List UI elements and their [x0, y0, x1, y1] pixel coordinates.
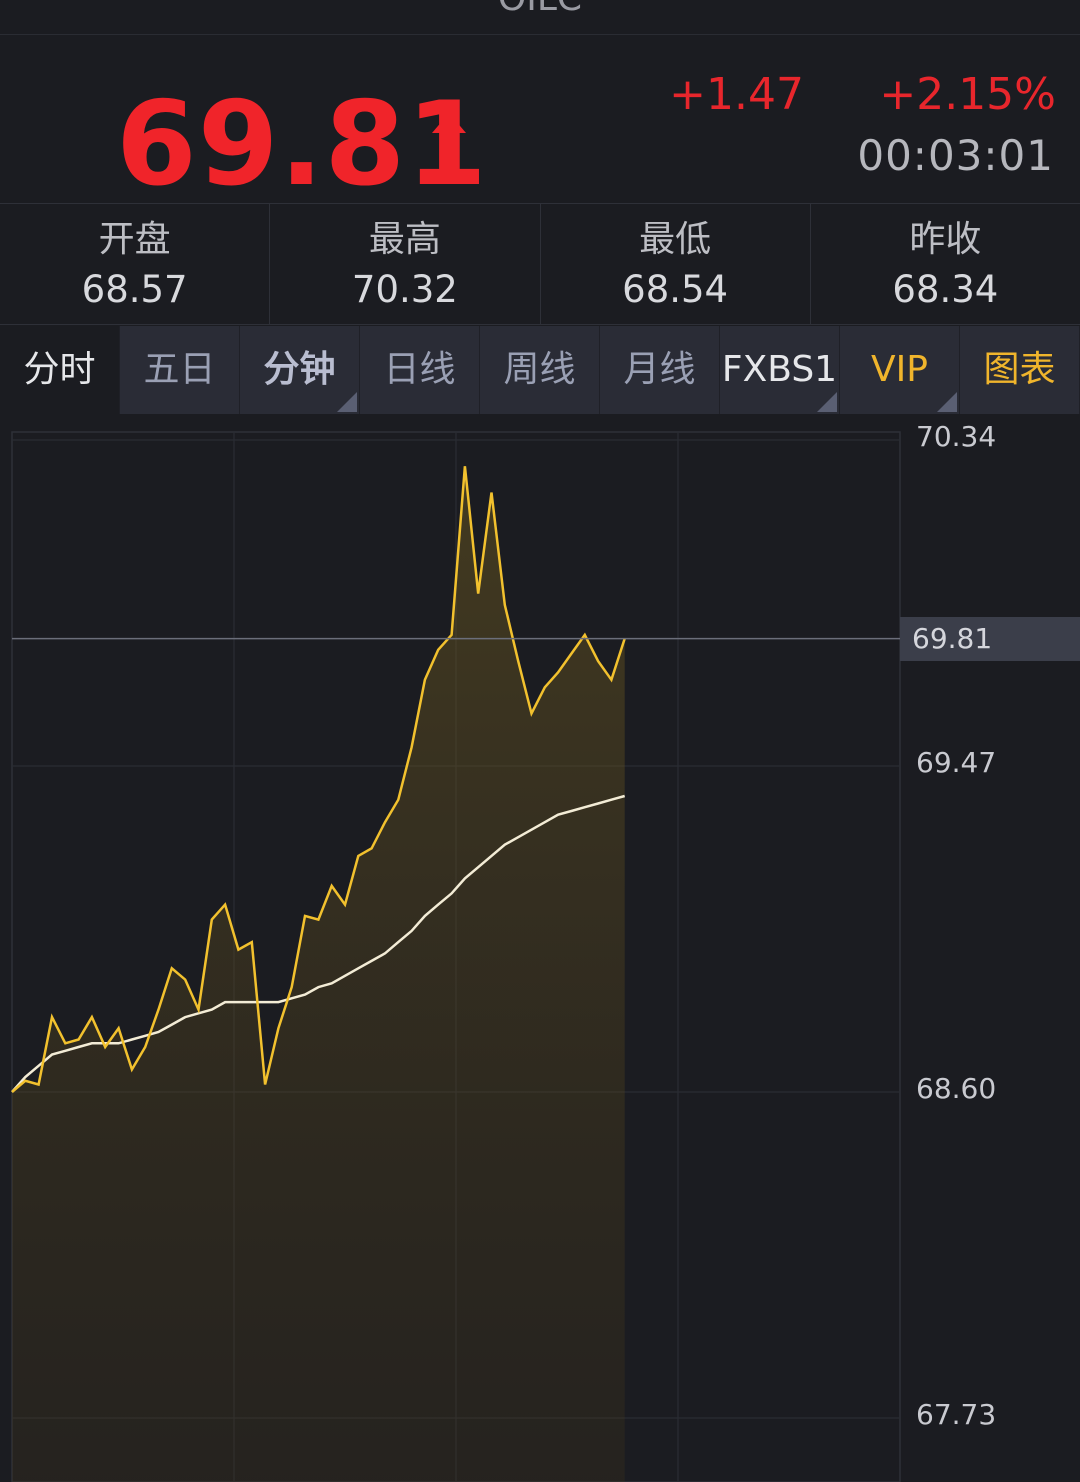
stat-value: 70.32 — [351, 268, 458, 311]
stat-prev-close: 昨收 68.34 — [811, 204, 1080, 324]
dropdown-corner-icon — [817, 392, 837, 412]
y-tick-label: 68.60 — [916, 1072, 997, 1105]
quote-time: 00:03:01 — [857, 131, 1054, 180]
period-tabs: 分时 五日 分钟 日线 周线 月线 FXBS1 VIP 图表 — [0, 326, 1080, 414]
symbol-title: OILC — [0, 0, 1080, 19]
stat-label: 昨收 — [909, 219, 982, 260]
tab-label: 分钟 — [263, 349, 336, 390]
dropdown-corner-icon — [337, 392, 357, 412]
stat-value: 68.57 — [81, 268, 188, 311]
tab-chart[interactable]: 图表 — [960, 326, 1080, 414]
tab-weekly[interactable]: 周线 — [480, 326, 600, 414]
stat-high: 最高 70.32 — [270, 204, 541, 324]
y-tick-label: 70.34 — [916, 420, 997, 453]
stat-value: 68.54 — [622, 268, 729, 311]
stat-value: 68.34 — [892, 268, 999, 311]
stats-row: 开盘 68.57 最高 70.32 最低 68.54 昨收 68.34 — [0, 204, 1080, 325]
intraday-chart[interactable]: 70.34 69.47 68.60 67.73 69.81 — [0, 414, 1080, 1482]
quote-panel: 69.81 +1.47 +2.15% 00:03:01 — [0, 35, 1080, 204]
tab-label: VIP — [871, 349, 928, 390]
stat-low: 最低 68.54 — [541, 204, 811, 324]
price-change-percent: +2.15% — [879, 69, 1056, 120]
up-arrow-icon — [432, 113, 466, 159]
app-title-bar: OILC — [0, 0, 1080, 35]
current-price-tag: 69.81 — [900, 616, 1080, 661]
stat-open: 开盘 68.57 — [0, 204, 271, 324]
stat-label: 开盘 — [98, 219, 171, 260]
tab-five-day[interactable]: 五日 — [120, 326, 240, 414]
tab-daily[interactable]: 日线 — [360, 326, 480, 414]
y-tick-label: 67.73 — [916, 1398, 997, 1431]
chart-canvas — [11, 431, 901, 1482]
y-tick-label: 69.47 — [916, 746, 997, 779]
tab-label: FXBS1 — [721, 349, 838, 390]
dropdown-corner-icon — [937, 392, 957, 412]
stat-label: 最高 — [368, 219, 441, 260]
tab-vip[interactable]: VIP — [840, 326, 960, 414]
stat-label: 最低 — [639, 219, 712, 260]
price-change: +1.47 — [669, 69, 804, 120]
tab-intraday[interactable]: 分时 — [0, 326, 120, 414]
tab-minute[interactable]: 分钟 — [240, 326, 360, 414]
price-area-fill — [12, 466, 625, 1482]
tab-monthly[interactable]: 月线 — [600, 326, 720, 414]
tab-indicator[interactable]: FXBS1 — [720, 326, 840, 414]
